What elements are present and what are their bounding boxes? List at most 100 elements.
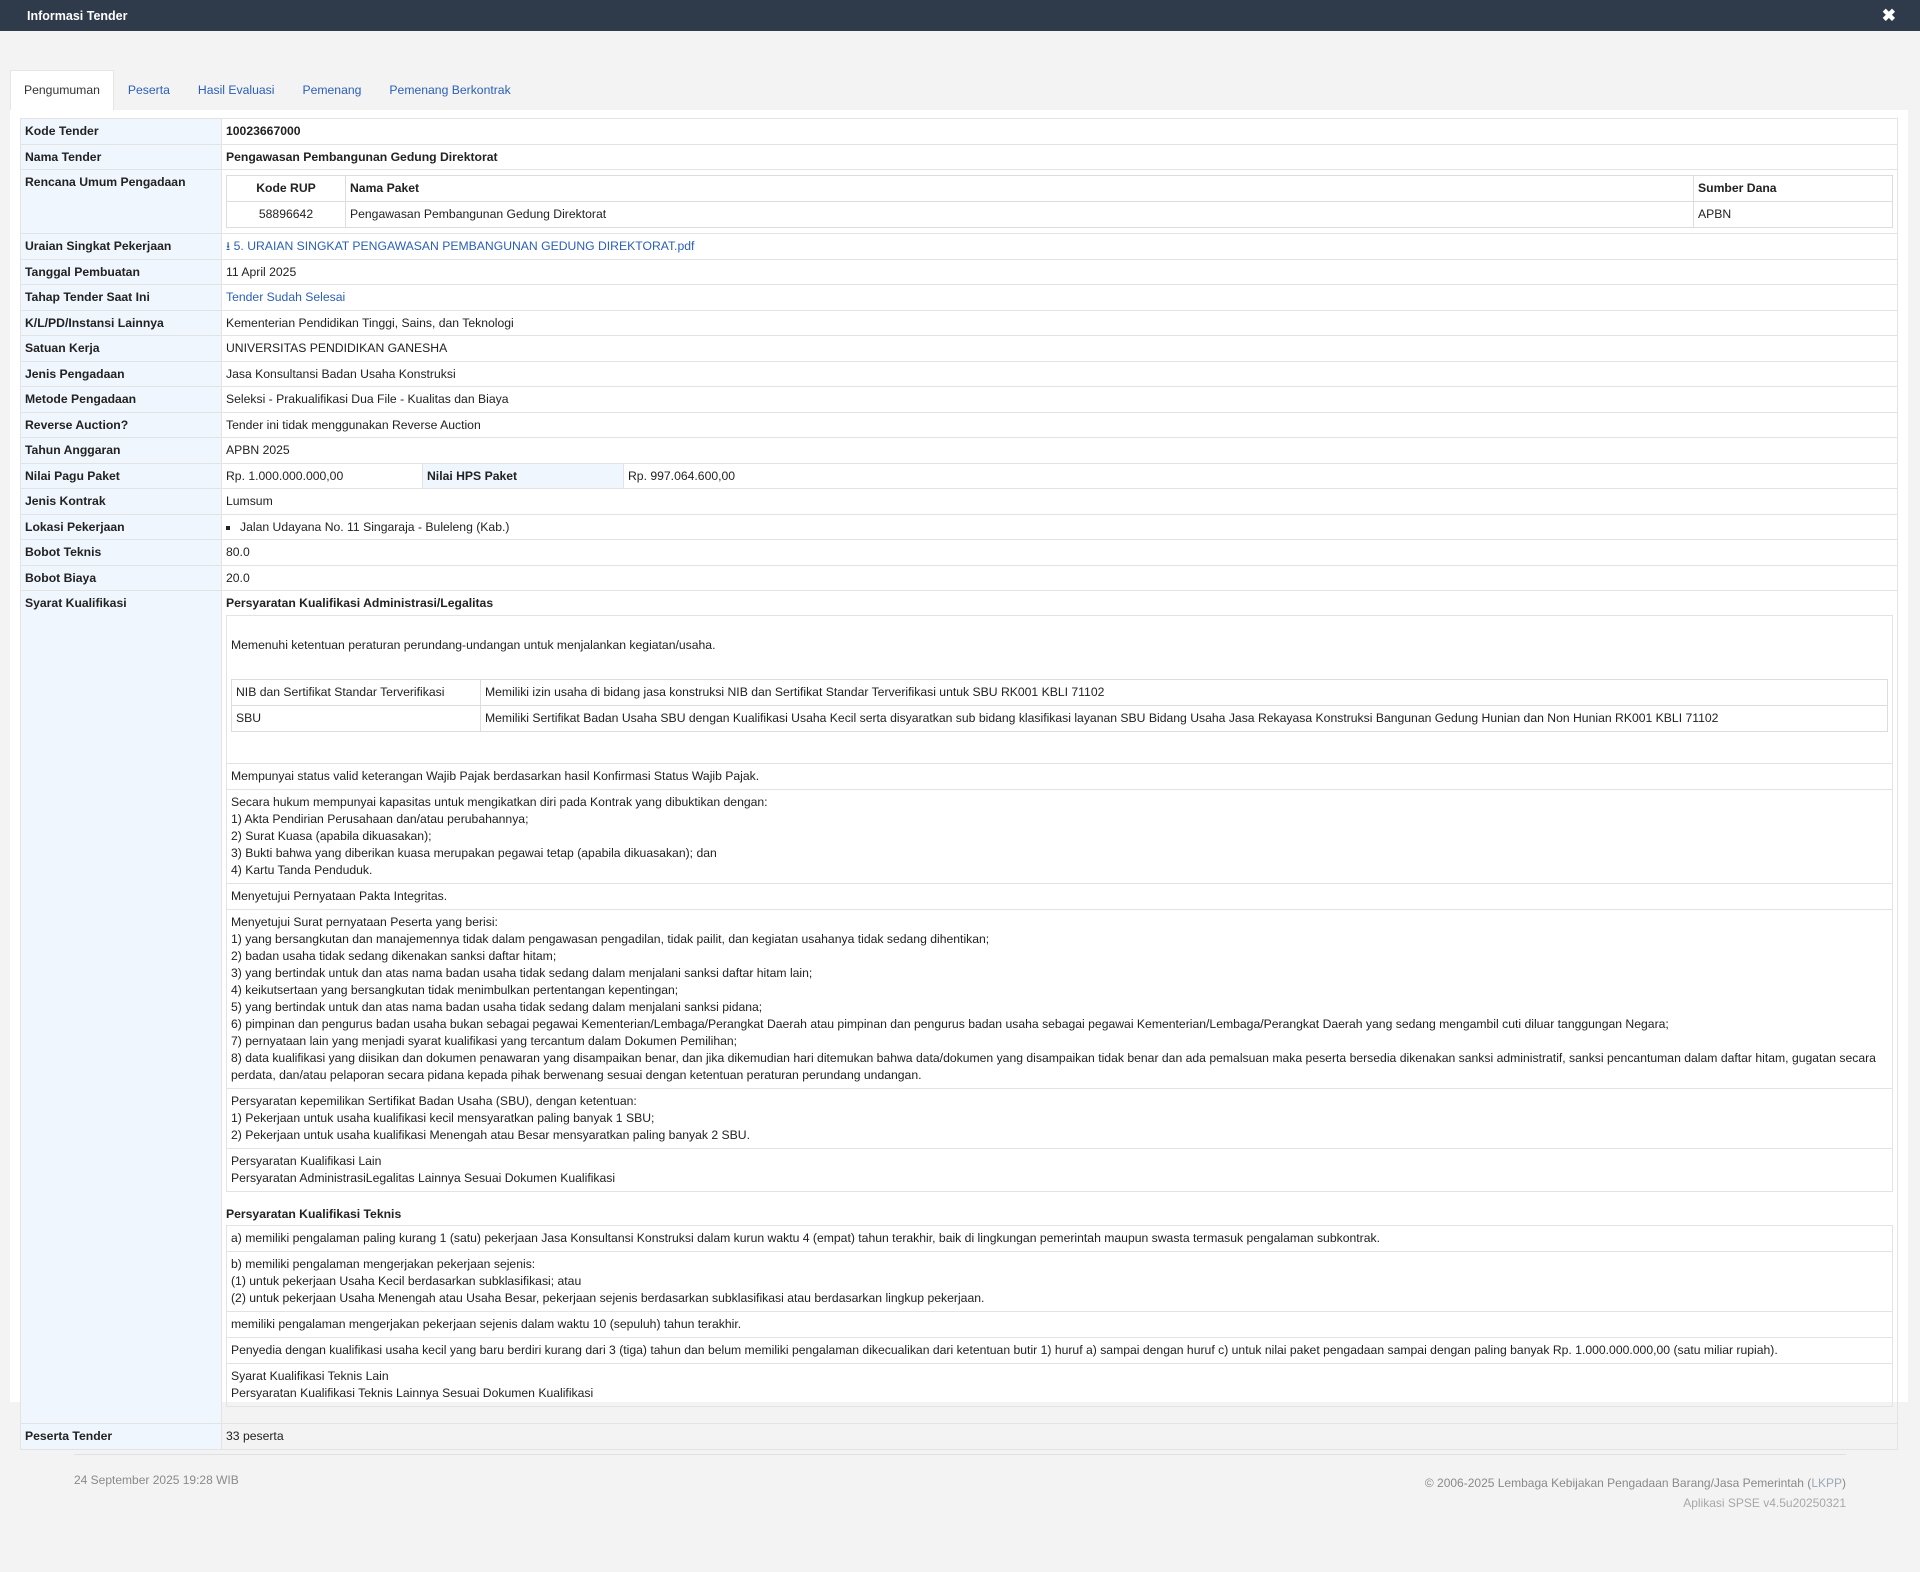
- lokasi-list: Jalan Udayana No. 11 Singaraja - Bulelen…: [226, 519, 1893, 536]
- label-kontrak: Jenis Kontrak: [20, 488, 222, 515]
- admin-requirements: Memenuhi ketentuan peraturan perundang-u…: [226, 614, 1893, 1192]
- row-satker: Satuan Kerja UNIVERSITAS PENDIDIKAN GANE…: [20, 335, 1898, 362]
- tab-bar: Pengumuman Peserta Hasil Evaluasi Pemena…: [10, 70, 1908, 110]
- tender-panel: Pengumuman Peserta Hasil Evaluasi Pemena…: [10, 70, 1908, 1450]
- value-bobot-teknis: 80.0: [221, 539, 1898, 566]
- rup-cell-nama: Pengawasan Pembangunan Gedung Direktorat: [345, 201, 1694, 228]
- tab-peserta[interactable]: Peserta: [114, 70, 184, 110]
- lkpp-link[interactable]: LKPP: [1811, 1476, 1842, 1490]
- table-row: 58896642 Pengawasan Pembangunan Gedung D…: [226, 201, 1893, 228]
- row-syarat: Syarat Kualifikasi Persyaratan Kualifika…: [20, 590, 1898, 1424]
- admin-section-title: Persyaratan Kualifikasi Administrasi/Leg…: [226, 596, 494, 610]
- label-reverse: Reverse Auction?: [20, 411, 222, 438]
- list-item: Jalan Udayana No. 11 Singaraja - Bulelen…: [240, 519, 1893, 536]
- teknis-section-title: Persyaratan Kualifikasi Teknis: [226, 1206, 402, 1221]
- value-tahun: APBN 2025: [221, 437, 1898, 464]
- download-icon: ⭳: [226, 239, 231, 253]
- admin-first-text: Memenuhi ketentuan peraturan perundang-u…: [231, 637, 716, 652]
- row-bobot-biaya: Bobot Biaya 20.0: [20, 564, 1898, 591]
- label-uraian: Uraian Singkat Pekerjaan: [20, 233, 222, 260]
- label-syarat: Syarat Kualifikasi: [20, 590, 222, 1424]
- label-metode: Metode Pengadaan: [20, 386, 222, 413]
- rup-cell-sumber: APBN: [1693, 201, 1893, 228]
- label-hps: Nilai HPS Paket: [423, 463, 624, 488]
- rup-cell-kode: 58896642: [226, 201, 346, 228]
- value-pagu: Rp. 1.000.000.000,00: [222, 463, 423, 488]
- uraian-file-name: 5. URAIAN SINGKAT PENGAWASAN PEMBANGUNAN…: [233, 239, 695, 253]
- label-rup: Rencana Umum Pengadaan: [20, 169, 222, 234]
- value-metode: Seleksi - Prakualifikasi Dua File - Kual…: [221, 386, 1898, 413]
- value-bobot-biaya: 20.0: [221, 564, 1898, 591]
- label-peserta: Peserta Tender: [20, 1423, 222, 1450]
- value-reverse: Tender ini tidak menggunakan Reverse Auc…: [221, 411, 1898, 438]
- label-satker: Satuan Kerja: [20, 335, 222, 362]
- label-kode-tender: Kode Tender: [20, 118, 222, 145]
- rup-header-sumber: Sumber Dana: [1693, 175, 1893, 202]
- app-version: Aplikasi SPSE v4.5u20250321: [1683, 1496, 1846, 1510]
- tab-hasil-evaluasi[interactable]: Hasil Evaluasi: [184, 70, 289, 110]
- value-peserta: 33 peserta: [221, 1423, 1898, 1450]
- row-kode-tender: Kode Tender 10023667000: [20, 118, 1898, 145]
- value-satker: UNIVERSITAS PENDIDIKAN GANESHA: [221, 335, 1898, 362]
- row-tahun: Tahun Anggaran APBN 2025: [20, 437, 1898, 464]
- list-item: Mempunyai status valid keterangan Wajib …: [227, 762, 1892, 789]
- row-lokasi: Lokasi Pekerjaan Jalan Udayana No. 11 Si…: [20, 513, 1898, 540]
- sbu-cell-label: SBU: [231, 704, 481, 732]
- row-metode: Metode Pengadaan Seleksi - Prakualifikas…: [20, 386, 1898, 413]
- window-titlebar: Informasi Tender ✖: [0, 0, 1920, 31]
- copyright-suffix: ): [1842, 1476, 1846, 1490]
- nib-cell-desc: Memiliki izin usaha di bidang jasa konst…: [480, 678, 1888, 706]
- rup-header-nama: Nama Paket: [345, 175, 1694, 202]
- label-bobot-teknis: Bobot Teknis: [20, 539, 222, 566]
- tab-pemenang-berkontrak[interactable]: Pemenang Berkontrak: [375, 70, 524, 110]
- label-klpd: K/L/PD/Instansi Lainnya: [20, 309, 222, 336]
- value-hps: Rp. 997.064.600,00: [628, 468, 736, 483]
- row-peserta: Peserta Tender 33 peserta: [20, 1423, 1898, 1450]
- row-bobot-teknis: Bobot Teknis 80.0: [20, 539, 1898, 566]
- tender-info-table: Kode Tender 10023667000 Nama Tender Peng…: [20, 118, 1898, 1450]
- list-item: Penyedia dengan kualifikasi usaha kecil …: [227, 1337, 1892, 1363]
- list-item: b) memiliki pengalaman mengerjakan peker…: [227, 1251, 1892, 1311]
- row-uraian: Uraian Singkat Pekerjaan ⭳ 5. URAIAN SIN…: [20, 233, 1898, 260]
- label-tahun: Tahun Anggaran: [20, 437, 222, 464]
- label-nama-tender: Nama Tender: [20, 143, 222, 170]
- row-tahap: Tahap Tender Saat Ini Tender Sudah Seles…: [20, 284, 1898, 311]
- list-item: Memenuhi ketentuan peraturan perundang-u…: [227, 616, 1892, 763]
- table-row: NIB dan Sertifikat Standar Terverifikasi…: [231, 678, 1888, 706]
- copyright-text: © 2006-2025 Lembaga Kebijakan Pengadaan …: [1424, 1476, 1812, 1490]
- value-tanggal: 11 April 2025: [221, 258, 1898, 285]
- footer: 24 September 2025 19:28 WIB © 2006-2025 …: [74, 1454, 1846, 1510]
- row-nama-tender: Nama Tender Pengawasan Pembangunan Gedun…: [20, 143, 1898, 170]
- table-row: SBU Memiliki Sertifikat Badan Usaha SBU …: [231, 704, 1888, 732]
- list-item: Secara hukum mempunyai kapasitas untuk m…: [227, 788, 1892, 883]
- nib-table: NIB dan Sertifikat Standar Terverifikasi…: [231, 678, 1888, 732]
- list-item: Persyaratan kepemilikan Sertifikat Badan…: [227, 1087, 1892, 1148]
- footer-timestamp: 24 September 2025 19:28 WIB: [74, 1473, 239, 1487]
- list-item: a) memiliki pengalaman paling kurang 1 (…: [231, 1231, 1380, 1245]
- list-item: memiliki pengalaman mengerjakan pekerjaa…: [227, 1311, 1892, 1337]
- tab-pemenang[interactable]: Pemenang: [288, 70, 375, 110]
- nib-cell-label: NIB dan Sertifikat Standar Terverifikasi: [231, 678, 481, 706]
- window-title: Informasi Tender: [27, 8, 128, 23]
- tab-pengumuman[interactable]: Pengumuman: [10, 70, 114, 110]
- row-tanggal: Tanggal Pembuatan 11 April 2025: [20, 258, 1898, 285]
- label-tahap: Tahap Tender Saat Ini: [20, 284, 222, 311]
- label-bobot-biaya: Bobot Biaya: [20, 564, 222, 591]
- tahap-link[interactable]: Tender Sudah Selesai: [226, 290, 345, 304]
- row-pagu: Nilai Pagu Paket Rp. 1.000.000.000,00 Ni…: [20, 462, 1898, 489]
- teknis-requirements: a) memiliki pengalaman paling kurang 1 (…: [226, 1225, 1893, 1407]
- sbu-cell-desc: Memiliki Sertifikat Badan Usaha SBU deng…: [480, 704, 1888, 732]
- rup-table: Kode RUP Nama Paket Sumber Dana 58896642…: [226, 175, 1893, 228]
- list-item: Menyetujui Pernyataan Pakta Integritas.: [227, 882, 1892, 909]
- close-icon[interactable]: ✖: [1882, 7, 1896, 24]
- label-tanggal: Tanggal Pembuatan: [20, 258, 222, 285]
- uraian-download-link[interactable]: ⭳ 5. URAIAN SINGKAT PENGAWASAN PEMBANGUN…: [226, 239, 694, 253]
- label-lokasi: Lokasi Pekerjaan: [20, 513, 222, 540]
- row-reverse: Reverse Auction? Tender ini tidak menggu…: [20, 411, 1898, 438]
- list-item: Persyaratan Kualifikasi Lain Persyaratan…: [227, 1147, 1892, 1191]
- value-klpd: Kementerian Pendidikan Tinggi, Sains, da…: [221, 309, 1898, 336]
- row-rup: Rencana Umum Pengadaan Kode RUP Nama Pak…: [20, 169, 1898, 234]
- value-kontrak: Lumsum: [221, 488, 1898, 515]
- rup-header-kode: Kode RUP: [226, 175, 346, 202]
- value-jenis-pengadaan: Jasa Konsultansi Badan Usaha Konstruksi: [221, 360, 1898, 387]
